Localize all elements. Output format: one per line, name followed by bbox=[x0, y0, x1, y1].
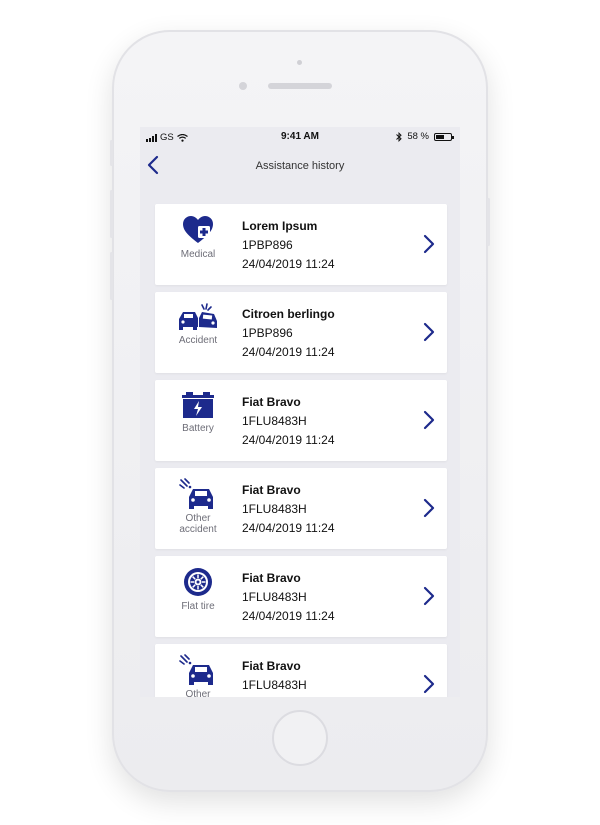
front-camera bbox=[239, 82, 247, 90]
item-details: Fiat Bravo 1FLU8483H 24/04/2019 11:24 bbox=[242, 393, 335, 450]
item-details: Fiat Bravo 1FLU8483H 24/04/2019 11:24 bbox=[242, 657, 335, 697]
assistance-item[interactable]: Medical Lorem Ipsum 1PBP896 24/04/2019 1… bbox=[155, 204, 447, 285]
date-time: 24/04/2019 11:24 bbox=[242, 257, 335, 271]
service-type-label: Medical bbox=[180, 249, 216, 260]
vehicle-name: Fiat Bravo bbox=[242, 659, 301, 673]
battery-percent: 58 % bbox=[407, 131, 429, 142]
plate-number: 1PBP896 bbox=[242, 326, 293, 340]
chevron-right-icon bbox=[423, 322, 435, 342]
service-type: Accident bbox=[169, 302, 227, 346]
plate-number: 1FLU8483H bbox=[242, 414, 307, 428]
service-type: Other accident bbox=[169, 478, 227, 535]
car-crash-icon bbox=[179, 303, 217, 330]
chevron-right-icon bbox=[423, 234, 435, 254]
date-time: 24/04/2019 11:24 bbox=[242, 609, 335, 623]
vehicle-name: Lorem Ipsum bbox=[242, 219, 318, 233]
assistance-item[interactable]: Accident Citroen berlingo 1PBP896 24/04/… bbox=[155, 292, 447, 373]
app-screen: GS 9:41 AM 58 % Assistance history Medic… bbox=[140, 127, 460, 697]
vehicle-name: Fiat Bravo bbox=[242, 483, 301, 497]
service-type-label: Other accident bbox=[185, 689, 211, 697]
page-title: Assistance history bbox=[255, 160, 345, 172]
car-debris-icon bbox=[179, 478, 213, 509]
battery-icon bbox=[182, 392, 214, 418]
plate-number: 1FLU8483H bbox=[242, 678, 307, 692]
medical-heart-icon bbox=[183, 216, 213, 243]
service-type: Flat tire bbox=[169, 566, 227, 612]
item-details: Fiat Bravo 1FLU8483H 24/04/2019 11:24 bbox=[242, 481, 335, 538]
chevron-right-icon bbox=[423, 410, 435, 430]
vehicle-name: Fiat Bravo bbox=[242, 571, 301, 585]
item-details: Lorem Ipsum 1PBP896 24/04/2019 11:24 bbox=[242, 217, 335, 274]
earpiece-speaker bbox=[268, 83, 332, 89]
service-type: Medical bbox=[169, 214, 227, 260]
volume-up-button bbox=[110, 190, 113, 238]
date-time: 24/04/2019 11:24 bbox=[242, 521, 335, 535]
service-type-label: Other accident bbox=[179, 513, 217, 535]
chevron-right-icon bbox=[423, 498, 435, 518]
volume-down-button bbox=[110, 252, 113, 300]
battery-icon bbox=[434, 132, 454, 141]
vehicle-name: Citroen berlingo bbox=[242, 307, 335, 321]
service-type-label: Accident bbox=[178, 335, 218, 346]
navigation-bar: Assistance history bbox=[140, 151, 460, 181]
tire-icon bbox=[184, 568, 212, 596]
item-details: Citroen berlingo 1PBP896 24/04/2019 11:2… bbox=[242, 305, 335, 362]
mute-switch bbox=[110, 140, 113, 166]
assistance-item[interactable]: Flat tire Fiat Bravo 1FLU8483H 24/04/201… bbox=[155, 556, 447, 637]
device-stage: GS 9:41 AM 58 % Assistance history Medic… bbox=[0, 0, 600, 825]
assistance-list: Medical Lorem Ipsum 1PBP896 24/04/2019 1… bbox=[155, 204, 447, 697]
item-details: Fiat Bravo 1FLU8483H 24/04/2019 11:24 bbox=[242, 569, 335, 626]
chevron-right-icon bbox=[423, 586, 435, 606]
chevron-right-icon bbox=[423, 674, 435, 694]
date-time: 24/04/2019 11:24 bbox=[242, 433, 335, 447]
plate-number: 1PBP896 bbox=[242, 238, 293, 252]
vehicle-name: Fiat Bravo bbox=[242, 395, 301, 409]
service-type: Other accident bbox=[169, 654, 227, 697]
service-type: Battery bbox=[169, 390, 227, 434]
home-button[interactable] bbox=[272, 710, 328, 766]
car-debris-icon bbox=[179, 654, 213, 685]
front-sensor bbox=[297, 60, 302, 65]
service-type-label: Flat tire bbox=[181, 601, 215, 612]
date-time: 24/04/2019 11:24 bbox=[242, 345, 335, 359]
assistance-item[interactable]: Other accident Fiat Bravo 1FLU8483H 24/0… bbox=[155, 468, 447, 549]
plate-number: 1FLU8483H bbox=[242, 502, 307, 516]
bluetooth-icon bbox=[396, 131, 403, 142]
assistance-item[interactable]: Other accident Fiat Bravo 1FLU8483H 24/0… bbox=[155, 644, 447, 697]
status-bar: GS 9:41 AM 58 % bbox=[140, 127, 460, 147]
plate-number: 1FLU8483H bbox=[242, 590, 307, 604]
service-type-label: Battery bbox=[182, 423, 214, 434]
power-button bbox=[487, 198, 490, 246]
date-time: 24/04/2019 11:24 bbox=[242, 695, 335, 697]
assistance-item[interactable]: Battery Fiat Bravo 1FLU8483H 24/04/2019 … bbox=[155, 380, 447, 461]
